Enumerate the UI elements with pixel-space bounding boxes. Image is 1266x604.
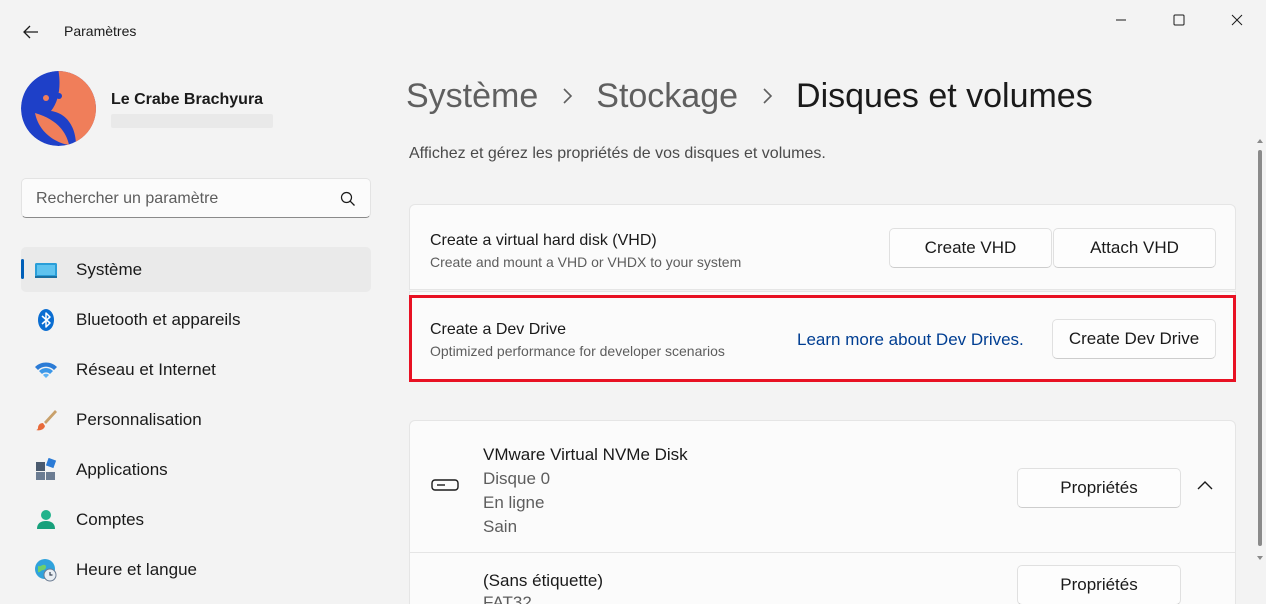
globe-clock-icon: [35, 559, 57, 582]
apps-icon: [36, 458, 57, 480]
sidebar-item-system[interactable]: Système: [21, 247, 371, 292]
sidebar-item-label: Applications: [76, 460, 168, 479]
dev-drive-title: Create a Dev Drive: [430, 321, 567, 338]
title-bar: Paramètres: [0, 0, 1266, 62]
bluetooth-icon: [38, 309, 54, 331]
disk-number: Disque 0: [483, 469, 551, 488]
sidebar-item-accounts[interactable]: Comptes: [21, 497, 371, 542]
minimize-icon: [1116, 19, 1126, 21]
close-button[interactable]: [1208, 0, 1266, 40]
profile-email-redacted: [111, 114, 273, 128]
disk-status: En ligne: [483, 493, 545, 512]
sidebar-item-label: Système: [76, 260, 143, 279]
sidebar-item-time-language[interactable]: Heure et langue: [21, 547, 371, 592]
search-placeholder: Rechercher un paramètre: [36, 190, 219, 207]
disk-card: VMware Virtual NVMe Disk Disque 0 En lig…: [409, 420, 1236, 604]
create-vhd-button[interactable]: Create VHD: [889, 228, 1052, 268]
sidebar-item-personalization[interactable]: Personnalisation: [21, 397, 371, 442]
breadcrumb: Système Stockage Disques et volumes: [406, 74, 1093, 118]
sidebar-item-applications[interactable]: Applications: [21, 447, 371, 492]
profile-name: Le Crabe Brachyura: [111, 91, 264, 108]
sidebar-item-label: Heure et langue: [76, 560, 197, 579]
chevron-up-icon[interactable]: [1195, 478, 1215, 492]
scroll-up-icon[interactable]: [1257, 138, 1263, 144]
hard-drive-icon: [431, 479, 459, 491]
app-title: Paramètres: [64, 23, 137, 39]
breadcrumb-item-system[interactable]: Système: [406, 77, 538, 116]
wifi-icon: [35, 362, 57, 378]
breadcrumb-item-storage[interactable]: Stockage: [596, 77, 738, 116]
sidebar-item-label: Comptes: [76, 510, 145, 529]
minimize-button[interactable]: [1092, 0, 1150, 40]
close-icon: [1231, 14, 1243, 26]
chevron-right-icon: [762, 81, 774, 112]
create-dev-drive-button[interactable]: Create Dev Drive: [1052, 319, 1216, 359]
vhd-title: Create a virtual hard disk (VHD): [430, 232, 657, 249]
vhd-description: Create and mount a VHD or VHDX to your s…: [430, 254, 742, 270]
maximize-icon: [1173, 14, 1185, 26]
search-input[interactable]: Rechercher un paramètre: [21, 178, 371, 218]
back-button[interactable]: [12, 16, 50, 48]
divider: [410, 552, 1235, 553]
disk-name: VMware Virtual NVMe Disk: [483, 445, 688, 464]
volume-filesystem: FAT32: [483, 593, 532, 604]
page-subtitle: Affichez et gérez les propriétés de vos …: [409, 145, 826, 162]
page-title: Disques et volumes: [796, 76, 1093, 115]
learn-more-dev-drives-link[interactable]: Learn more about Dev Drives.: [797, 330, 1024, 350]
user-profile[interactable]: Le Crabe Brachyura: [20, 70, 370, 150]
disk-health: Sain: [483, 517, 518, 536]
sidebar-item-label: Réseau et Internet: [76, 360, 216, 379]
sidebar-item-network[interactable]: Réseau et Internet: [21, 347, 371, 392]
sidebar-item-bluetooth[interactable]: Bluetooth et appareils: [21, 297, 371, 342]
dev-drive-description: Optimized performance for developer scen…: [430, 343, 725, 359]
vhd-card: Create a virtual hard disk (VHD) Create …: [409, 204, 1236, 290]
scroll-down-icon[interactable]: [1257, 555, 1263, 561]
sidebar-item-label: Personnalisation: [76, 410, 202, 429]
scrollbar-thumb[interactable]: [1258, 150, 1262, 546]
attach-vhd-button[interactable]: Attach VHD: [1053, 228, 1216, 268]
arrow-left-icon: [23, 25, 38, 39]
sidebar-item-label: Bluetooth et appareils: [76, 310, 241, 329]
system-icon: [35, 263, 57, 278]
disk-properties-button[interactable]: Propriétés: [1017, 468, 1181, 508]
account-icon: [37, 510, 55, 529]
volume-properties-button[interactable]: Propriétés: [1017, 565, 1181, 604]
brush-icon: [36, 410, 57, 431]
chevron-right-icon: [562, 81, 574, 112]
sidebar-nav: Système Bluetooth et appareils Réseau et…: [21, 247, 371, 597]
settings-window: Paramètres Le Crabe Brachyura Rechercher…: [0, 0, 1266, 604]
volume-name: (Sans étiquette): [483, 571, 604, 590]
search-icon: [340, 191, 355, 206]
maximize-button[interactable]: [1150, 0, 1208, 40]
avatar: [21, 71, 96, 146]
